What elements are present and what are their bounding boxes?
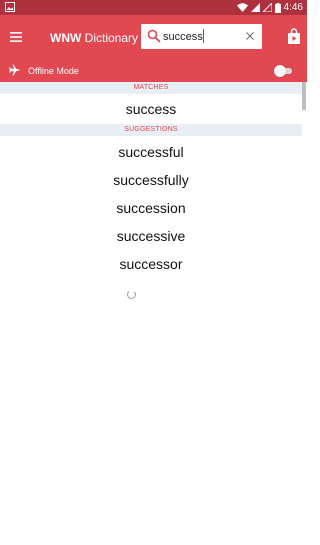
menu-icon[interactable]	[9, 30, 23, 44]
clear-icon[interactable]	[244, 30, 256, 42]
status-bar: 4:46	[0, 0, 307, 15]
search-icon	[147, 29, 161, 43]
toggle-thumb	[274, 65, 286, 77]
app-title: WNW Dictionary	[50, 31, 138, 45]
app-title-brand: WNW	[50, 31, 82, 45]
match-item[interactable]: success	[0, 100, 302, 118]
airplane-icon	[9, 64, 21, 76]
suggestion-item[interactable]: successful	[0, 143, 302, 161]
offline-mode-label: Offline Mode	[28, 66, 79, 76]
results-list: MATCHES success SUGGESTIONS successful s…	[0, 82, 307, 545]
photo-icon	[5, 2, 15, 12]
suggestions-header: SUGGESTIONS	[0, 124, 302, 136]
app-title-rest: Dictionary	[81, 31, 139, 45]
loading-spinner	[127, 290, 136, 299]
battery-icon	[274, 2, 281, 13]
suggestion-item[interactable]: successfully	[0, 171, 302, 189]
suggestion-item[interactable]: succession	[0, 199, 302, 217]
status-time: 4:46	[283, 2, 303, 13]
shopping-bag-icon[interactable]	[287, 27, 301, 45]
offline-mode-bar: Offline Mode	[0, 60, 307, 82]
signal-no-data-icon	[262, 3, 272, 12]
offline-mode-toggle[interactable]	[274, 65, 292, 77]
suggestion-item[interactable]: successor	[0, 255, 302, 273]
app-bar: WNW Dictionary	[0, 15, 307, 60]
search-input[interactable]	[163, 28, 239, 45]
suggestion-item[interactable]: successive	[0, 227, 302, 245]
wifi-icon	[236, 3, 248, 12]
matches-header: MATCHES	[0, 82, 302, 94]
text-cursor	[203, 29, 204, 43]
scrollbar[interactable]	[302, 82, 306, 110]
signal-icon	[250, 3, 260, 12]
search-box[interactable]	[141, 24, 262, 49]
